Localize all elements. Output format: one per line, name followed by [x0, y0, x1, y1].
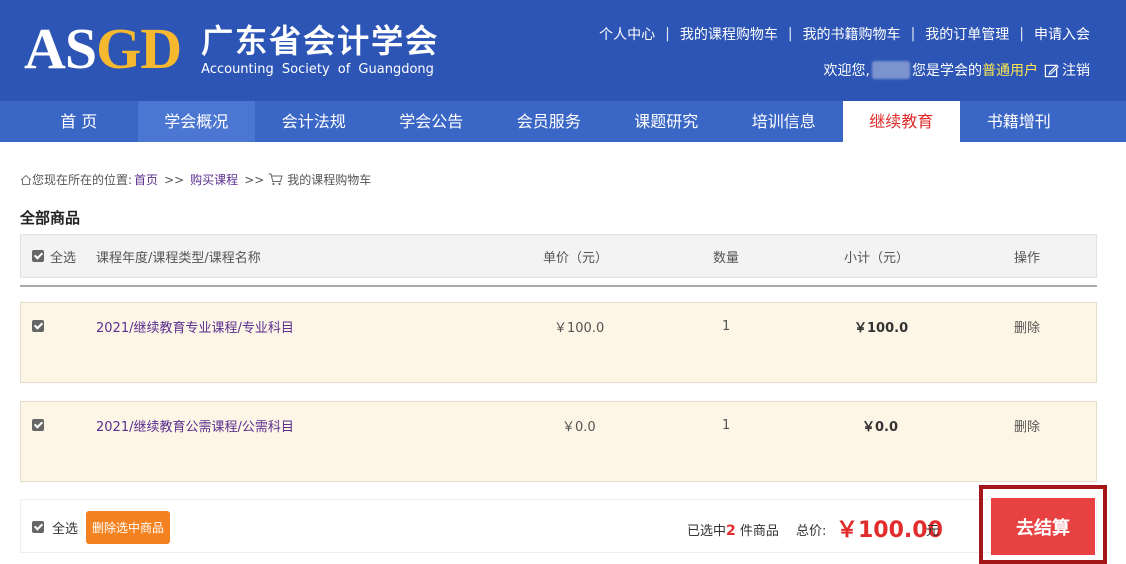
link-personal-center[interactable]: 个人中心: [599, 24, 655, 44]
welcome-middle: 您是学会的: [912, 63, 982, 79]
logout-link[interactable]: 注销: [1044, 60, 1090, 80]
cart-row: 2021/继续教育公需课程/公需科目 ￥0.0 1 ￥0.0 删除: [20, 401, 1097, 482]
header-course-name: 课程年度/课程类型/课程名称: [96, 250, 261, 266]
link-course-cart[interactable]: 我的课程购物车: [680, 24, 778, 44]
logo-text: 广东省会计学会 Accounting Society of Guangdong: [201, 22, 439, 77]
checkout-button[interactable]: 去结算: [991, 498, 1095, 555]
site-name-en: Accounting Society of Guangdong: [201, 61, 434, 77]
separator: |: [1019, 26, 1024, 42]
top-links: 个人中心 | 我的课程购物车 | 我的书籍购物车 | 我的订单管理 | 申请入会: [599, 24, 1090, 44]
row-subtotal: ￥0.0: [862, 419, 899, 435]
link-order-management[interactable]: 我的订单管理: [925, 24, 1009, 44]
selected-suffix: 件商品: [735, 524, 779, 539]
breadcrumb-separator: >>: [244, 172, 265, 187]
row-checkbox-cell[interactable]: [32, 303, 44, 349]
breadcrumb-buy-course[interactable]: 购买课程: [190, 171, 238, 188]
row-checkbox-cell[interactable]: [32, 402, 44, 448]
total-unit: 元: [926, 524, 940, 539]
logo-mark: ASGD: [24, 20, 182, 78]
footer-select-all-label: 全选: [52, 521, 79, 537]
cart-icon: [268, 173, 283, 186]
nav-announcements[interactable]: 学会公告: [373, 101, 491, 142]
user-role: 普通用户: [982, 63, 1038, 79]
site-name-cn: 广东省会计学会: [201, 21, 440, 60]
main-nav: 首 页 学会概况 会计法规 学会公告 会员服务 课题研究 培训信息 继续教育 书…: [0, 101, 1126, 142]
nav-regulations[interactable]: 会计法规: [255, 101, 373, 142]
header-quantity: 数量: [713, 250, 740, 266]
row-checkbox[interactable]: [32, 320, 44, 332]
footer-select-all[interactable]: 全选: [32, 500, 78, 554]
breadcrumb-home[interactable]: 首页: [134, 171, 158, 188]
row-unit-price: ￥100.0: [554, 320, 605, 336]
select-all-label: 全选: [50, 250, 77, 266]
site-header: ASGD 广东省会计学会 Accounting Society of Guang…: [0, 0, 1126, 101]
header-unit-price: 单价（元）: [543, 250, 609, 266]
breadcrumb-current: 我的课程购物车: [287, 173, 372, 187]
welcome-prefix: 欢迎您,: [823, 63, 870, 79]
nav-home[interactable]: 首 页: [20, 101, 138, 142]
selected-count-info: 已选中2 件商品: [687, 520, 779, 539]
nav-member-services[interactable]: 会员服务: [490, 101, 608, 142]
delete-selected-button[interactable]: 删除选中商品: [86, 511, 171, 544]
row-quantity: 1: [722, 417, 731, 433]
row-course-name[interactable]: 2021/继续教育公需课程/公需科目: [96, 402, 294, 448]
header-action: 操作: [1014, 250, 1041, 266]
logout-label: 注销: [1062, 63, 1090, 79]
site-logo[interactable]: ASGD 广东省会计学会 Accounting Society of Guang…: [24, 16, 439, 82]
row-delete-link[interactable]: 删除: [1014, 303, 1040, 349]
cart-table-header: 全选 课程年度/课程类型/课程名称 单价（元） 数量 小计（元） 操作: [20, 234, 1097, 278]
nav-books[interactable]: 书籍增刊: [960, 101, 1078, 142]
breadcrumb: 您现在所在的位置: 首页 >> 购买课程 >> 我的课程购物车: [20, 171, 371, 188]
separator: |: [787, 26, 793, 42]
nav-about[interactable]: 学会概况: [137, 101, 255, 142]
row-quantity: 1: [722, 318, 731, 334]
nav-training[interactable]: 培训信息: [725, 101, 843, 142]
edit-icon: [1044, 64, 1059, 77]
home-icon: [20, 174, 32, 185]
select-all-checkbox[interactable]: [32, 250, 44, 262]
separator: |: [665, 26, 670, 42]
breadcrumb-prefix: 您现在所在的位置:: [32, 173, 133, 187]
row-checkbox[interactable]: [32, 419, 44, 431]
nav-research[interactable]: 课题研究: [608, 101, 726, 142]
link-book-cart[interactable]: 我的书籍购物车: [803, 24, 901, 44]
selected-count: 2: [726, 523, 736, 539]
logo-mark-as: AS: [24, 16, 97, 81]
welcome-bar: 欢迎您, 您是学会的 普通用户 注销: [824, 60, 1090, 80]
link-apply-membership[interactable]: 申请入会: [1034, 24, 1090, 44]
footer-select-all-checkbox[interactable]: [32, 521, 44, 533]
row-course-name[interactable]: 2021/继续教育专业课程/专业科目: [96, 303, 294, 349]
username-redacted: [872, 61, 910, 79]
nav-continuing-education[interactable]: 继续教育: [842, 101, 960, 142]
header-select-all[interactable]: 全选: [32, 235, 76, 277]
header-subtotal: 小计（元）: [844, 250, 910, 266]
total-label: 总价:: [796, 524, 827, 539]
separator: |: [910, 26, 916, 42]
selected-prefix: 已选中: [687, 524, 727, 539]
cart-footer: 全选 删除选中商品 已选中2 件商品 总价: ￥100.00 元: [20, 499, 1097, 553]
row-delete-link[interactable]: 删除: [1014, 402, 1040, 448]
logo-mark-gd: GD: [96, 16, 182, 81]
section-title: 全部商品: [20, 209, 81, 227]
row-subtotal: ￥100.0: [854, 320, 909, 336]
header-divider: [20, 285, 1097, 287]
breadcrumb-separator: >>: [164, 172, 185, 187]
row-unit-price: ￥0.0: [562, 419, 596, 435]
cart-row: 2021/继续教育专业课程/专业科目 ￥100.0 1 ￥100.0 删除: [20, 302, 1097, 383]
